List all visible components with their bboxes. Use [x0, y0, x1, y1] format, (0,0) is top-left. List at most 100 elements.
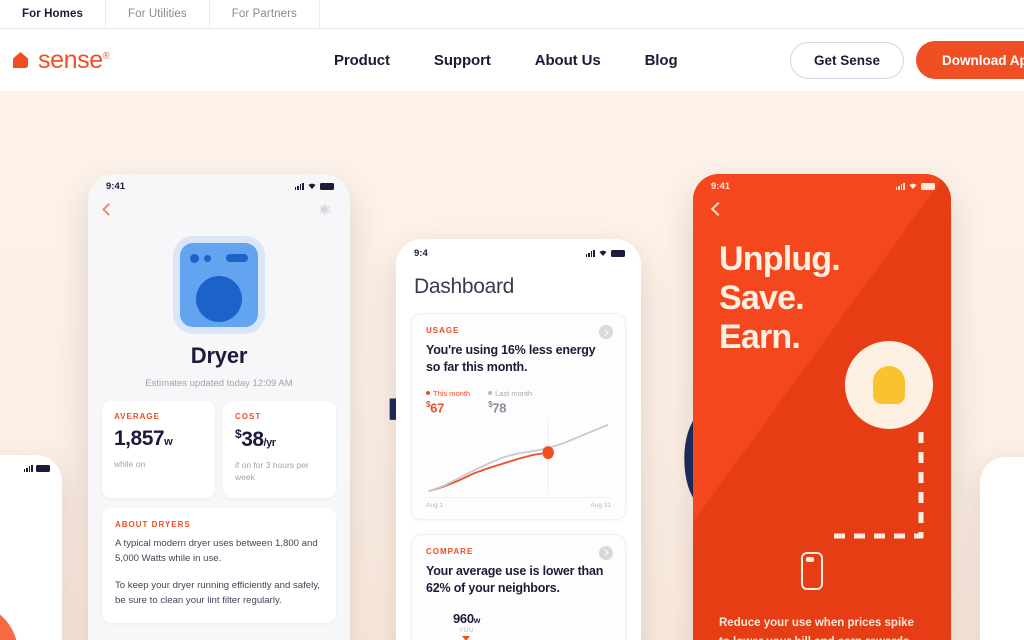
stat-number: 38 — [241, 428, 264, 451]
stat-kicker: AVERAGE — [114, 412, 160, 421]
you-marker-icon — [462, 636, 470, 640]
info-chevron-icon[interactable] — [599, 325, 613, 339]
sense-house-icon — [10, 51, 31, 70]
about-dryers-card: ABOUT DRYERS A typical modern dryer uses… — [102, 507, 336, 623]
chart-x-axis: Aug 1 Aug 31 — [426, 496, 611, 509]
back-chevron-icon[interactable] — [102, 203, 115, 216]
legend-item-last-month: Last month $78 — [488, 389, 532, 415]
dryer-illustration — [180, 243, 258, 327]
page-title: Dashboard — [414, 275, 515, 298]
utility-tab-for-partners[interactable]: For Partners — [210, 0, 320, 28]
stat-number: 1,857 — [114, 427, 165, 450]
nav-actions: Get Sense Download App — [789, 41, 1024, 79]
gear-icon[interactable] — [317, 202, 332, 217]
legend-label: This month — [433, 388, 471, 398]
promo-headline-line-1: Unplug. — [719, 240, 841, 278]
status-bar: 9:4 — [396, 239, 641, 259]
chart-legend: This month $67 Last month $78 — [426, 389, 611, 415]
nav-link-support[interactable]: Support — [434, 52, 491, 69]
phone-dashboard: 9:4 Dashboard USAGE You're using 16% les… — [396, 239, 641, 640]
battery-icon — [921, 183, 935, 190]
device-name: Dryer — [190, 343, 248, 368]
get-sense-button[interactable]: Get Sense — [789, 41, 904, 79]
nav-link-blog[interactable]: Blog — [645, 52, 678, 69]
hero-section: Ntse ays n 9:41 — [0, 91, 1024, 640]
usage-headline: You're using 16% less energy so far this… — [426, 343, 596, 375]
phone-device-detail: 9:41 Dryer Estimates updated today 12:09… — [88, 174, 350, 640]
stat-unit: w — [164, 436, 173, 448]
compare-your-value: 960w — [426, 611, 611, 626]
legend-label: Last month — [495, 388, 533, 398]
stat-note: while on — [114, 459, 146, 469]
dryer-display-icon — [226, 254, 248, 262]
promo-headline: Unplug. Save. Earn. — [693, 214, 951, 357]
status-bar-icons — [294, 182, 334, 190]
compare-number: 960 — [453, 611, 474, 627]
legend-dot-icon — [426, 391, 430, 395]
info-chevron-icon[interactable] — [599, 545, 613, 560]
utility-nav-bar: For Homes For Utilities For Partners — [0, 0, 1024, 29]
dryer-drum-icon — [196, 276, 242, 322]
about-paragraph: A typical modern dryer uses between 1,80… — [115, 537, 318, 565]
signal-icon — [895, 183, 905, 190]
chart-current-point — [542, 445, 554, 459]
usage-line-chart — [426, 420, 611, 495]
usage-card[interactable]: USAGE You're using 16% less energy so fa… — [411, 313, 626, 520]
wifi-icon — [909, 183, 917, 189]
nav-link-about-us[interactable]: About Us — [535, 52, 601, 69]
stat-unit: /yr — [263, 437, 276, 449]
stat-value: 1,857w — [114, 428, 203, 449]
nav-links: Product Support About Us Blog — [334, 52, 678, 69]
device-updated-note: Estimates updated today 12:09 AM — [145, 378, 293, 389]
phone-edge-left: ays n — [0, 455, 62, 640]
battery-icon — [611, 250, 625, 257]
usage-chart-svg — [426, 420, 611, 495]
promo-bubble: ays n — [0, 603, 18, 640]
compare-card[interactable]: COMPARE Your average use is lower than 6… — [411, 533, 626, 640]
status-bar-icons — [895, 182, 935, 190]
legend-name: Last month — [488, 389, 532, 398]
dashed-connector-icon — [833, 432, 924, 539]
promo-body-text: Reduce your use when prices spike to low… — [719, 617, 914, 640]
compare-headline: Your average use is lower than 62% of yo… — [426, 563, 604, 596]
signal-icon — [585, 250, 595, 257]
legend-dot-icon — [488, 391, 493, 395]
battery-icon — [36, 465, 50, 472]
download-app-button[interactable]: Download App — [916, 41, 1024, 79]
status-bar: 9:41 — [693, 174, 951, 194]
compare-you-label: YOU — [459, 628, 474, 635]
stat-card-cost: COST $38/yr if on for 3 hours per week — [223, 401, 336, 498]
trademark-symbol: ® — [102, 50, 110, 61]
status-time: 9:4 — [414, 247, 428, 259]
card-kicker: USAGE — [426, 326, 460, 335]
stat-value: $38/yr — [235, 428, 324, 450]
device-stat-row: AVERAGE 1,857w while on COST $38/yr if o… — [88, 389, 350, 498]
utility-tab-label: For Homes — [22, 8, 83, 20]
utility-tab-for-homes[interactable]: For Homes — [0, 0, 106, 28]
device-detail-topbar — [88, 194, 350, 217]
sense-logo[interactable]: sense® — [10, 46, 109, 75]
about-kicker: ABOUT DRYERS — [115, 519, 191, 529]
phone-promo-unplug: 9:41 Unplug. Save. Earn. Reduce your use… — [693, 174, 951, 640]
wifi-icon — [599, 250, 607, 256]
smart-plug-icon — [801, 552, 823, 590]
chart-series-this-month — [430, 452, 549, 490]
about-paragraph: To keep your dryer running efficiently a… — [115, 579, 320, 607]
lightbulb-icon — [845, 341, 933, 429]
utility-tab-for-utilities[interactable]: For Utilities — [106, 0, 210, 28]
wifi-icon — [308, 183, 316, 189]
legend-number: 67 — [430, 399, 445, 415]
compare-unit: w — [473, 615, 481, 626]
stat-note: if on for 3 hours per week — [235, 460, 309, 483]
legend-value: $67 — [426, 400, 470, 415]
nav-link-product[interactable]: Product — [334, 52, 390, 69]
lightbulb-glyph — [873, 366, 905, 404]
status-bar-icons — [585, 249, 625, 257]
stat-kicker: COST — [235, 412, 262, 421]
stat-card-average: AVERAGE 1,857w while on — [102, 401, 215, 498]
chart-x-start: Aug 1 — [426, 501, 443, 509]
chart-x-end: Aug 31 — [590, 501, 611, 509]
main-navigation-bar: sense® Product Support About Us Blog Get… — [0, 29, 1024, 91]
phone-edge-right — [980, 457, 1024, 640]
dryer-knob-icon — [204, 255, 211, 262]
